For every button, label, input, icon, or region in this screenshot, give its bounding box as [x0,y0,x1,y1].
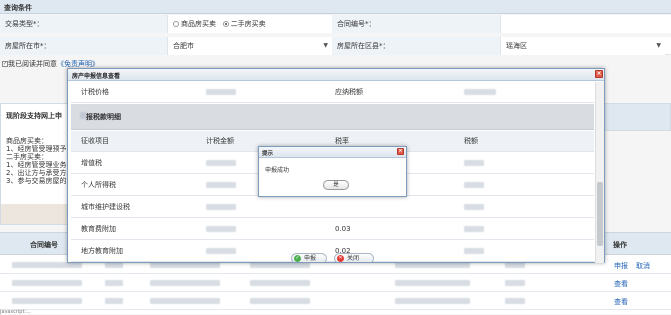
query-header-title: 查询条件 [4,4,32,12]
tax-row: 城市维护建设税 [71,197,594,218]
trade-type-radios: 商品房买卖 二手房买卖 [167,15,332,33]
radio-new-house-label: 商品房买卖 [181,20,216,28]
query-header: 查询条件 [0,0,671,14]
close-icon: ✕ [337,255,344,262]
notice-line: 3、参与交易房屋的 [6,177,67,185]
col-amount: 计税金额 [206,137,234,145]
district-select[interactable]: 瑶海区 ▼ [500,37,665,55]
tax-row: 地方教育附加 0.02 [71,241,594,262]
submit-button[interactable]: ✓ 申报 [291,253,327,262]
check-icon: ✓ [294,255,301,262]
tax-price-label: 计税价格 [81,88,109,96]
city-select[interactable]: 合肥市 ▼ [167,37,332,55]
tax-price-row: 计税价格 应纳税额 [71,82,594,103]
tax-item-rate: 0.03 [335,225,351,233]
alert-popup: 提示 × 申报成功 是 [258,146,407,197]
radio-second-hand-label: 二手房买卖 [230,20,266,28]
district-label: 房屋所在区县*： [332,37,500,55]
popup-ok-button[interactable]: 是 [323,180,349,190]
city-select-value: 合肥市 [173,42,194,50]
tax-item-name: 地方教育附加 [81,247,123,255]
radio-new-house[interactable] [173,21,179,27]
popup-title: 提示 [262,151,274,157]
notice-line: 二手房买卖： [6,153,48,161]
tax-item-name: 教育费附加 [81,225,116,233]
notice-line: 1、经房管受理业务 [6,161,67,169]
notice-strip [1,204,69,224]
form-row-trade-type: 交易类型*： 商品房买卖 二手房买卖 合同编号*： [0,15,671,33]
col-item: 征收项目 [81,137,109,145]
tax-item-name: 增值税 [81,159,102,167]
form-row-location: 房屋所在市*： 合肥市 ▼ 房屋所在区县*： 瑶海区 ▼ [0,37,671,55]
right-header-strip [604,103,671,131]
chevron-down-icon: ▼ [656,42,661,49]
dialog-title: 房产申报信息查看 [72,73,121,80]
notice-line: 商品房买卖： [6,137,48,145]
popup-titlebar[interactable]: 提示 × [259,147,406,158]
status-bar: javascript:... [0,309,31,315]
trade-type-label: 交易类型*： [0,15,167,33]
notice-title: 现阶段支持网上申 [6,112,62,120]
view-link[interactable]: 查看 [614,279,628,289]
city-label: 房屋所在市*： [0,37,167,55]
view-link[interactable]: 查看 [614,297,628,307]
tax-item-name: 个人所得税 [81,181,116,189]
tax-detail-section: 报税款明细 [71,104,594,130]
notice-panel: 现阶段支持网上申 商品房买卖： 1、经房管受理预予 二手房买卖： 1、经房管受理… [0,103,70,225]
submit-button-label: 申报 [304,255,317,262]
district-select-value: 瑶海区 [506,42,527,50]
tax-detail-title: 报税款明细 [86,113,121,121]
col-contract-header: 合同编号 [30,241,58,249]
dialog-titlebar[interactable]: 房产申报信息查看 × [68,69,604,81]
radio-second-hand[interactable] [222,21,229,27]
notice-line: 2、出让方与承受方 [6,169,67,177]
notice-body: 商品房买卖： 1、经房管受理预予 二手房买卖： 1、经房管受理业务 2、出让方与… [6,137,66,185]
col-action-header: 操作 [613,241,627,249]
dialog-close-icon[interactable]: × [595,70,603,78]
table-row: 查看 [0,292,671,310]
disclaimer-link[interactable]: 《免责声明》 [57,60,99,68]
chevron-down-icon: ▼ [323,42,328,49]
agree-text: 我已阅读并同意 [8,60,57,68]
popup-close-icon[interactable]: × [397,148,404,155]
contract-input[interactable] [500,15,671,33]
tax-due-label: 应纳税额 [335,88,363,96]
tax-item-name: 城市维护建设税 [81,203,130,211]
popup-message: 申报成功 [265,167,290,174]
declare-link[interactable]: 申报 [614,261,628,271]
close-button-label: 关闭 [347,255,360,262]
notice-line: 1、经房管受理预予 [6,145,67,153]
col-tax: 税额 [464,137,478,145]
tax-row: 教育费附加 0.03 [71,219,594,240]
table-row: 查看 [0,274,671,292]
dialog-scrollbar[interactable] [595,82,604,263]
contract-label: 合同编号*： [332,15,500,33]
close-button[interactable]: ✕ 关闭 [334,253,374,262]
cancel-link[interactable]: 取消 [636,261,650,271]
scrollbar-thumb[interactable] [597,182,603,246]
